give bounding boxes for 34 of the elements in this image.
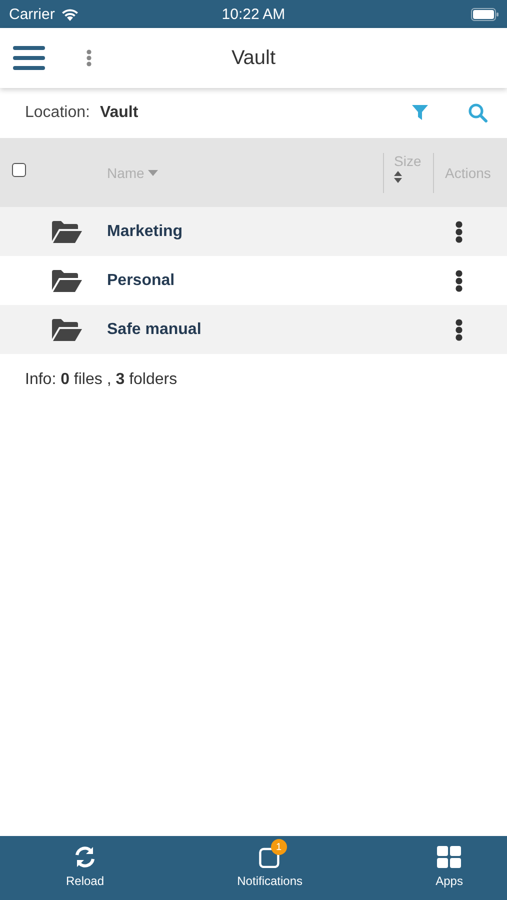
filter-icon xyxy=(411,104,429,122)
more-icon xyxy=(455,220,463,242)
folder-icon xyxy=(52,220,82,242)
folder-row[interactable]: Marketing xyxy=(0,207,507,256)
status-time: 10:22 AM xyxy=(222,6,286,22)
select-all-checkbox[interactable] xyxy=(12,162,26,176)
folder-name: Personal xyxy=(107,272,175,290)
search-button[interactable] xyxy=(467,101,489,125)
battery-icon xyxy=(471,8,499,20)
folder-name: Marketing xyxy=(107,222,183,240)
tab-bar-item[interactable]: Reload xyxy=(66,838,104,888)
info-text: Info: 0 files , 3 folders xyxy=(25,371,178,389)
notification-count: 1 xyxy=(270,839,287,855)
location-value: Vault xyxy=(100,104,138,122)
tab-bar-item[interactable]: 1 Notifications xyxy=(237,838,303,888)
refresh-icon xyxy=(74,846,96,868)
more-icon xyxy=(86,49,92,67)
menu-icon xyxy=(13,45,45,71)
row-actions-button[interactable] xyxy=(453,218,465,244)
row-actions-button[interactable] xyxy=(453,316,465,342)
search-icon xyxy=(468,103,488,123)
wifi-icon xyxy=(60,8,79,20)
location-label: Location: xyxy=(25,104,90,122)
more-icon xyxy=(455,270,463,292)
more-icon xyxy=(455,318,463,340)
page-title: Vault xyxy=(231,46,276,70)
folder-icon xyxy=(52,270,82,292)
tab-bar-item[interactable]: Apps xyxy=(436,838,463,888)
folder-name: Safe manual xyxy=(107,320,202,338)
carrier-name: Carrier xyxy=(9,6,55,22)
apps-grid-icon xyxy=(437,846,462,868)
folder-row[interactable]: Safe manual xyxy=(0,305,507,354)
folder-icon xyxy=(52,318,82,340)
row-actions-button[interactable] xyxy=(453,268,465,294)
